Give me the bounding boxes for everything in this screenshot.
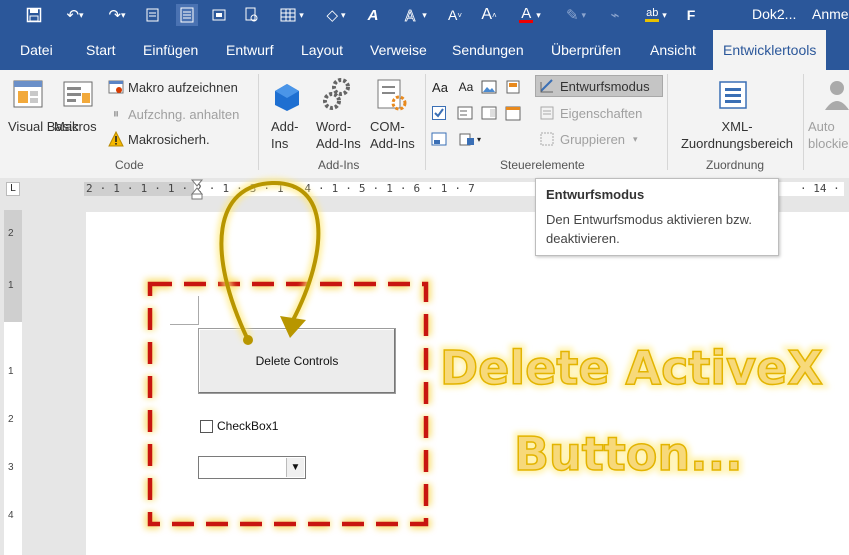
design-mode-tooltip: Entwurfsmodus Den Entwurfsmodus aktivier…	[535, 178, 779, 256]
tooltip-description: Den Entwurfsmodus aktivieren bzw. deakti…	[546, 212, 752, 246]
curved-arrow	[216, 177, 324, 345]
tooltip-title: Entwurfsmodus	[546, 187, 645, 202]
